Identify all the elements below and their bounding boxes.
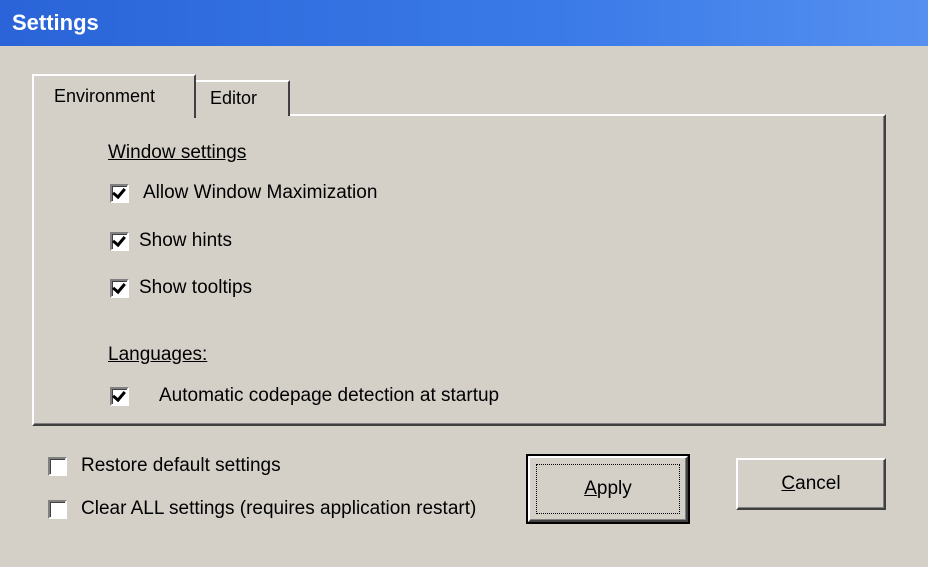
tab-editor-label: Editor bbox=[210, 88, 258, 108]
clear-all-settings-label: Clear ALL settings (requires application… bbox=[81, 498, 477, 519]
show-tooltips-checkbox[interactable]: Show tooltips bbox=[110, 277, 252, 299]
checkbox-checked-icon[interactable] bbox=[110, 278, 129, 298]
checkbox-checked-icon[interactable] bbox=[110, 231, 129, 251]
show-hints-label: Show hints bbox=[139, 230, 232, 251]
focus-rectangle bbox=[536, 464, 680, 514]
show-hints-checkbox[interactable]: Show hints bbox=[110, 230, 232, 252]
clear-all-settings-checkbox[interactable]: Clear ALL settings (requires application… bbox=[48, 498, 476, 520]
automatic-codepage-detection-checkbox[interactable]: Automatic codepage detection at startup bbox=[110, 385, 499, 407]
checkbox-unchecked-icon[interactable] bbox=[48, 456, 67, 476]
title-bar[interactable]: Settings bbox=[0, 0, 928, 46]
tab-environment-label: Environment bbox=[54, 86, 156, 106]
checkbox-unchecked-icon[interactable] bbox=[48, 499, 67, 519]
apply-button[interactable]: Apply bbox=[526, 454, 690, 524]
cancel-button[interactable]: Cancel bbox=[736, 458, 886, 510]
restore-default-settings-label: Restore default settings bbox=[81, 455, 281, 476]
window-settings-label: Window settings bbox=[108, 142, 247, 163]
tab-editor[interactable]: Editor bbox=[194, 80, 290, 116]
tab-environment[interactable]: Environment bbox=[32, 74, 196, 118]
languages-label: Languages: bbox=[108, 344, 208, 365]
checkbox-checked-icon[interactable] bbox=[110, 183, 129, 203]
show-tooltips-label: Show tooltips bbox=[139, 277, 253, 298]
checkbox-checked-icon[interactable] bbox=[110, 386, 129, 406]
restore-default-settings-checkbox[interactable]: Restore default settings bbox=[48, 455, 281, 477]
allow-window-maximization-label: Allow Window Maximization bbox=[143, 182, 378, 203]
window-title: Settings bbox=[12, 10, 99, 35]
automatic-codepage-detection-label: Automatic codepage detection at startup bbox=[159, 385, 500, 406]
cancel-button-label: Cancel bbox=[781, 473, 841, 494]
allow-window-maximization-checkbox[interactable]: Allow Window Maximization bbox=[110, 182, 377, 204]
